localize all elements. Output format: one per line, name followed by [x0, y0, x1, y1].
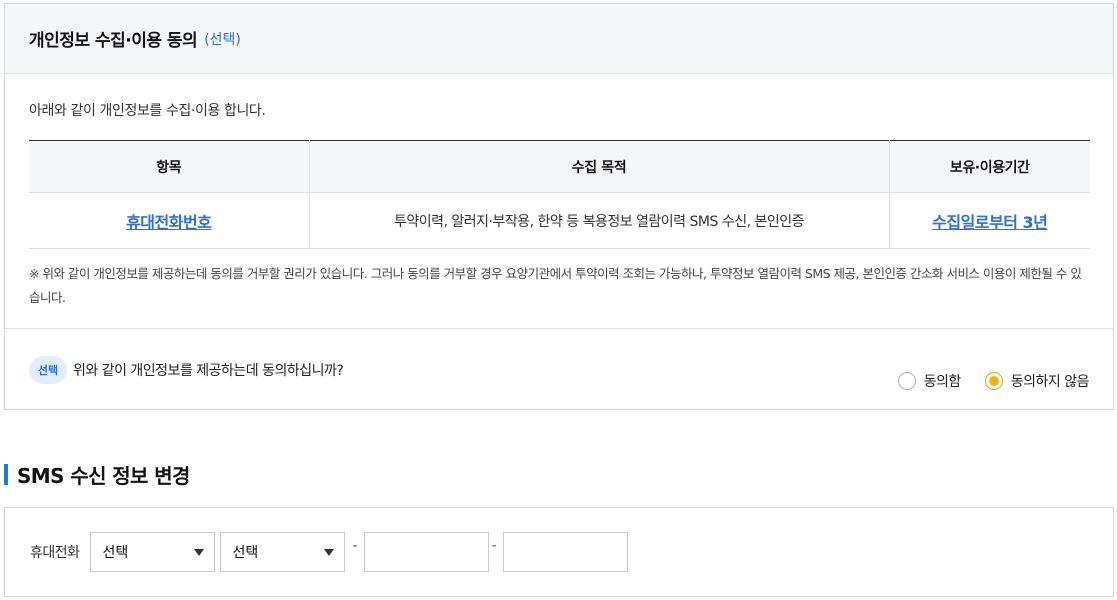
phone-prefix-select[interactable]: 선택	[89, 532, 215, 572]
radio-agree[interactable]: 동의함	[897, 371, 962, 391]
phone-label: 휴대전화	[30, 545, 80, 561]
phone-form: 휴대전화 선택 선택 - -	[4, 507, 1114, 597]
dash-separator: -	[491, 538, 497, 554]
sms-section-heading: SMS 수신 정보 변경	[17, 463, 190, 488]
section-bar	[4, 463, 8, 485]
agree-question: 위와 같이 개인정보를 제공하는데 동의하십니까?	[73, 362, 344, 379]
intro-text: 아래와 같이 개인정보를 수집·이용 합니다.	[29, 103, 266, 119]
cell-period: 수집일로부터 3년	[889, 192, 1090, 249]
dash-separator: -	[352, 538, 358, 554]
chevron-down-icon	[323, 548, 334, 556]
info-table: 항목 수집 목적 보유·이용기간 휴대전화번호 투약이력, 알러지·부작용, 한…	[29, 140, 1090, 249]
phone-prefix-value: 선택	[102, 545, 129, 561]
radio-agree-circle[interactable]	[897, 371, 916, 390]
table-row: 휴대전화번호 투약이력, 알러지·부작용, 한약 등 복용정보 열람이력 SMS…	[29, 192, 1090, 249]
item-link: 휴대전화번호	[126, 212, 212, 232]
cell-item: 휴대전화번호	[29, 192, 310, 249]
phone-middle-select[interactable]: 선택	[219, 532, 345, 572]
optional-label: (선택)	[204, 31, 241, 48]
header-item: 항목	[29, 140, 310, 193]
period-link: 수집일로부터 3년	[932, 212, 1048, 232]
radio-agree-label: 동의함	[923, 373, 962, 390]
radio-disagree-label: 동의하지 않음	[1010, 373, 1090, 390]
radio-disagree[interactable]: 동의하지 않음	[984, 371, 1090, 391]
phone-input-2[interactable]	[502, 532, 628, 572]
radio-disagree-circle[interactable]	[984, 371, 1003, 390]
agree-radio-group: 동의함 동의하지 않음	[897, 371, 1090, 391]
phone-input-1[interactable]	[363, 532, 489, 572]
consent-title: 개인정보 수집·이용 동의	[29, 31, 198, 51]
header-purpose: 수집 목적	[309, 140, 890, 193]
consent-body: 아래와 같이 개인정보를 수집·이용 합니다. 항목 수집 목적 보유·이용기간…	[5, 74, 1113, 310]
notice-text: ※ 위와 같이 개인정보를 제공하는데 동의를 거부할 권리가 있습니다. 그러…	[29, 266, 1082, 305]
table-header-row: 항목 수집 목적 보유·이용기간	[29, 140, 1090, 193]
agree-row: 선택 위와 같이 개인정보를 제공하는데 동의하십니까? 동의함 동의하지 않음	[5, 328, 1113, 410]
header-period: 보유·이용기간	[889, 140, 1090, 193]
sms-section-title: SMS 수신 정보 변경	[4, 461, 190, 488]
consent-panel: 개인정보 수집·이용 동의 (선택) 아래와 같이 개인정보를 수집·이용 합니…	[4, 3, 1114, 410]
chevron-down-icon	[193, 548, 204, 556]
phone-middle-value: 선택	[232, 545, 259, 561]
optional-badge: 선택	[29, 355, 67, 384]
cell-purpose: 투약이력, 알러지·부작용, 한약 등 복용정보 열람이력 SMS 수신, 본인…	[309, 192, 890, 249]
consent-header: 개인정보 수집·이용 동의 (선택)	[5, 4, 1113, 74]
